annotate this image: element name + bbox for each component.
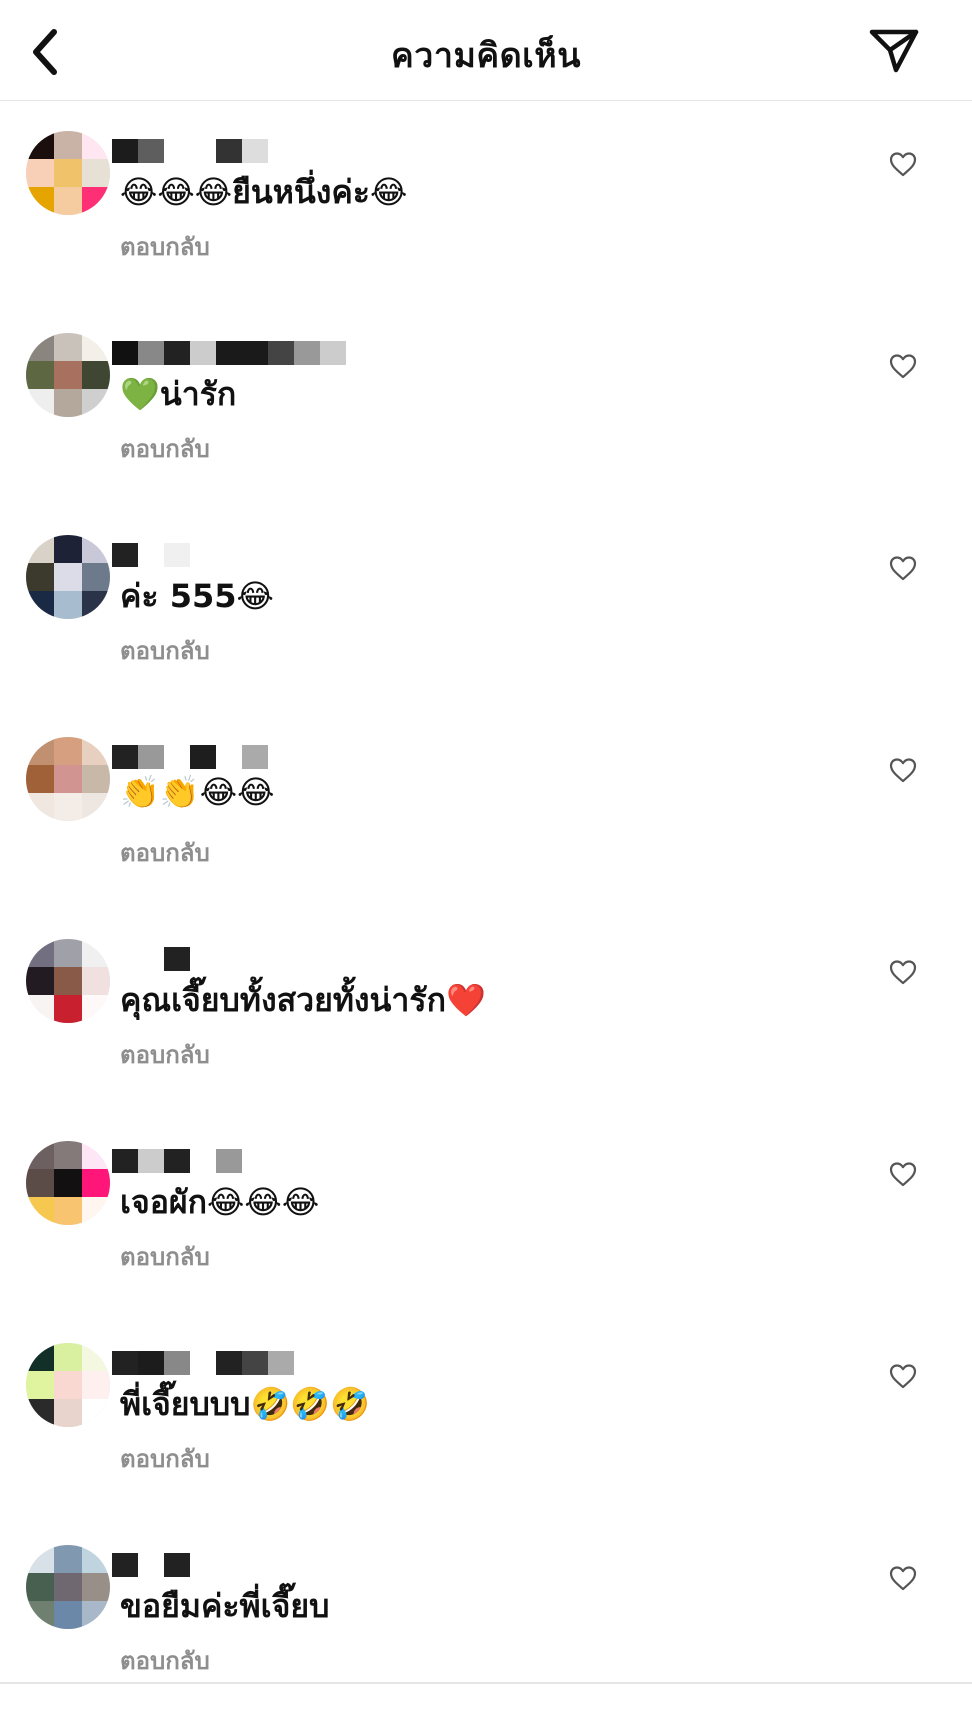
username-redacted[interactable] bbox=[112, 1553, 392, 1579]
avatar[interactable] bbox=[26, 333, 110, 417]
comment-text: 💚น่ารัก bbox=[120, 375, 237, 413]
comment-item: ขอยืมค่ะพี่เจี๊ยบตอบกลับ bbox=[0, 1515, 972, 1717]
avatar[interactable] bbox=[26, 737, 110, 821]
avatar[interactable] bbox=[26, 535, 110, 619]
reply-button[interactable]: ตอบกลับ bbox=[120, 833, 210, 872]
heart-outline-icon bbox=[889, 1162, 917, 1187]
avatar[interactable] bbox=[26, 939, 110, 1023]
reply-button[interactable]: ตอบกลับ bbox=[120, 631, 210, 670]
like-button[interactable] bbox=[888, 1159, 918, 1189]
avatar[interactable] bbox=[26, 1141, 110, 1225]
username-redacted[interactable] bbox=[112, 341, 392, 367]
reply-button[interactable]: ตอบกลับ bbox=[120, 1641, 210, 1680]
heart-outline-icon bbox=[889, 556, 917, 581]
like-button[interactable] bbox=[888, 957, 918, 987]
page-title: ความคิดเห็น bbox=[391, 36, 581, 76]
comment-item: พี่เจี๊ยบบบ🤣🤣🤣 ตอบกลับ bbox=[0, 1313, 972, 1515]
comment-text: 😂😂😂ยืนหนึ่งค่ะ😂 bbox=[120, 173, 408, 211]
like-button[interactable] bbox=[888, 1361, 918, 1391]
reply-button[interactable]: ตอบกลับ bbox=[120, 429, 210, 468]
comment-item: 😂😂😂ยืนหนึ่งค่ะ😂 ตอบกลับ bbox=[0, 101, 972, 303]
comment-item: 👏👏😂😂 ตอบกลับ bbox=[0, 707, 972, 909]
avatar[interactable] bbox=[26, 1343, 110, 1427]
share-button[interactable] bbox=[866, 24, 922, 76]
like-button[interactable] bbox=[888, 1563, 918, 1593]
username-redacted[interactable] bbox=[112, 947, 392, 973]
heart-outline-icon bbox=[889, 1566, 917, 1591]
heart-outline-icon bbox=[889, 758, 917, 783]
heart-outline-icon bbox=[889, 152, 917, 177]
comment-item: 💚น่ารักตอบกลับ bbox=[0, 303, 972, 505]
comment-text: เจอผัก😂😂😂 bbox=[120, 1183, 320, 1221]
divider bbox=[0, 1682, 972, 1684]
comment-item: ค่ะ 555😂 ตอบกลับ bbox=[0, 505, 972, 707]
reply-button[interactable]: ตอบกลับ bbox=[120, 227, 210, 266]
username-redacted[interactable] bbox=[112, 745, 392, 771]
reply-button[interactable]: ตอบกลับ bbox=[120, 1439, 210, 1478]
heart-outline-icon bbox=[889, 354, 917, 379]
comment-list: 😂😂😂ยืนหนึ่งค่ะ😂 ตอบกลับ 💚น่ารัก ตอบกลับ ค่ะ … bbox=[0, 101, 972, 1717]
reply-button[interactable]: ตอบกลับ bbox=[120, 1237, 210, 1276]
comment-item: เจอผัก😂😂😂 ตอบกลับ bbox=[0, 1111, 972, 1313]
comment-text: คุณเจี๊ยบทั้งสวยทั้งน่ารัก❤️ bbox=[120, 981, 486, 1019]
username-redacted[interactable] bbox=[112, 1149, 392, 1175]
username-redacted[interactable] bbox=[112, 139, 392, 165]
reply-button[interactable]: ตอบกลับ bbox=[120, 1035, 210, 1074]
like-button[interactable] bbox=[888, 351, 918, 381]
username-redacted[interactable] bbox=[112, 1351, 392, 1377]
top-bar: ความคิดเห็น bbox=[0, 0, 972, 101]
heart-outline-icon bbox=[889, 960, 917, 985]
avatar[interactable] bbox=[26, 131, 110, 215]
comment-text: พี่เจี๊ยบบบ🤣🤣🤣 bbox=[120, 1385, 370, 1423]
comment-text: ขอยืมค่ะพี่เจี๊ยบ bbox=[120, 1587, 330, 1625]
comment-item: คุณเจี๊ยบทั้งสวยทั้งน่ารัก❤️ ตอบกลับ bbox=[0, 909, 972, 1111]
like-button[interactable] bbox=[888, 149, 918, 179]
like-button[interactable] bbox=[888, 553, 918, 583]
username-redacted[interactable] bbox=[112, 543, 392, 569]
heart-outline-icon bbox=[889, 1364, 917, 1389]
avatar[interactable] bbox=[26, 1545, 110, 1629]
like-button[interactable] bbox=[888, 755, 918, 785]
comment-text: 👏👏😂😂 bbox=[120, 773, 275, 811]
comment-text: ค่ะ 555😂 bbox=[120, 577, 274, 615]
paper-plane-icon bbox=[869, 29, 919, 73]
